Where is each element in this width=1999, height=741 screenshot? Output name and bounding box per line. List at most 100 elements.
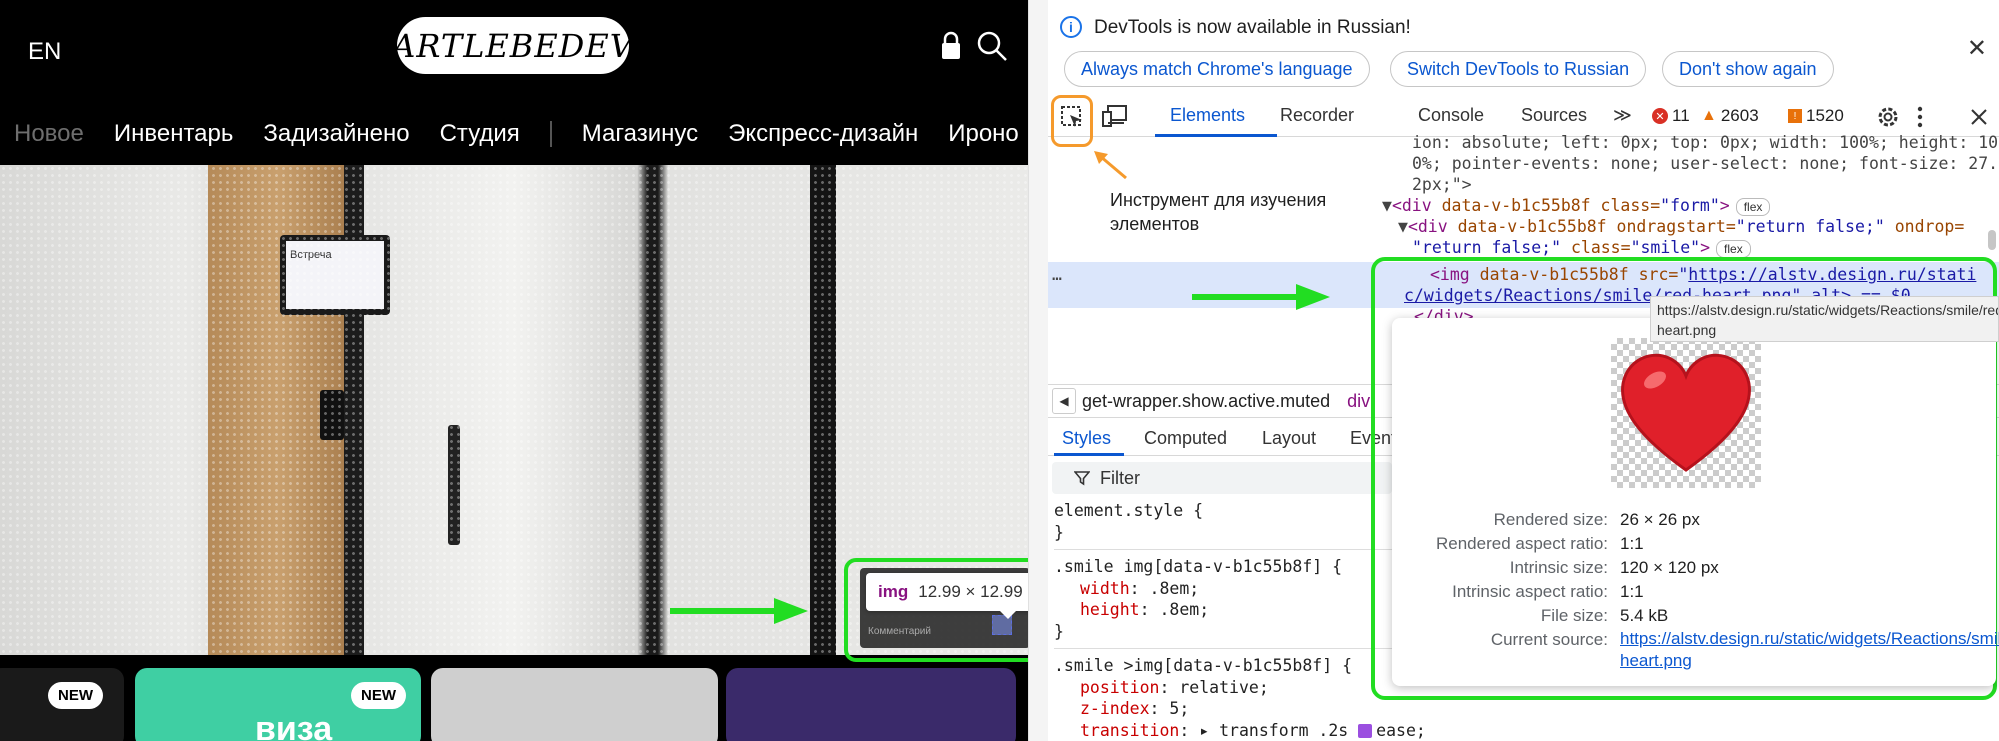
code-value: "return false;" <box>1735 217 1885 236</box>
css-property[interactable]: z-index <box>1054 699 1150 718</box>
code-line-smile-div[interactable]: ▼<div data-v-b1c55b8f ondragstart="retur… <box>1398 216 1964 237</box>
breadcrumb-scroll-left-icon[interactable]: ◀ <box>1052 388 1076 414</box>
orange-arrow-icon <box>1094 151 1127 180</box>
tab-layout[interactable]: Layout <box>1262 428 1316 449</box>
switch-russian-button[interactable]: Switch DevTools to Russian <box>1390 51 1647 87</box>
active-tab-underline <box>1155 134 1277 137</box>
infobar-message: DevTools is now available in Russian! <box>1094 17 1411 38</box>
tab-console[interactable]: Console <box>1418 105 1484 126</box>
lock-icon[interactable] <box>940 31 962 61</box>
nav-item-studio[interactable]: Студия <box>440 120 520 148</box>
expand-triangle-icon[interactable]: ▼ <box>1398 217 1408 236</box>
breadcrumb-next[interactable]: div <box>1347 391 1370 411</box>
code-text: 0%; pointer-events: none; user-select: n… <box>1412 154 1999 173</box>
code-tag: <div <box>1407 217 1458 236</box>
new-badge: NEW <box>48 682 103 709</box>
language-switch[interactable]: EN <box>28 38 61 66</box>
code-tag: > <box>1719 196 1730 215</box>
css-value[interactable]: relative; <box>1179 678 1268 697</box>
match-language-button[interactable]: Always match Chrome's language <box>1064 51 1370 87</box>
popover-label: Intrinsic size: <box>1509 558 1608 577</box>
css-value[interactable]: transform .2s <box>1219 721 1348 740</box>
easing-swatch-icon[interactable] <box>1358 723 1373 738</box>
element-size-tooltip: img 12.99 × 12.99 <box>866 573 1035 619</box>
search-icon[interactable] <box>976 30 1008 62</box>
node-menu-dots[interactable]: … <box>1052 264 1062 285</box>
current-source-link[interactable]: https://alstv.design.ru/static/widgets/R… <box>1620 628 1999 672</box>
devtools-toolbar: Elements Recorder Console Sources ≫ ✕ 11… <box>1048 95 1999 147</box>
device-toolbar-icon[interactable] <box>1102 105 1128 127</box>
popover-value: 26 × 26 px <box>1620 510 1700 529</box>
nav-item-designed[interactable]: Задизайнено <box>263 120 409 148</box>
nav-item-express-design[interactable]: Экспресс-дизайн <box>728 120 918 148</box>
code-attr: ondrop= <box>1884 217 1965 236</box>
code-attr: data-v-b1c55b8f <box>1441 196 1591 215</box>
css-value[interactable]: ease; <box>1376 721 1426 740</box>
more-tabs-icon[interactable]: ≫ <box>1613 105 1632 126</box>
green-arrow-icon <box>1192 284 1330 310</box>
code-text: … <box>1052 265 1062 284</box>
css-property[interactable]: transition <box>1054 721 1179 740</box>
tab-sources[interactable]: Sources <box>1521 105 1587 126</box>
settings-gear-icon[interactable] <box>1876 105 1900 129</box>
flex-badge[interactable]: flex <box>1716 240 1751 258</box>
issues-counter[interactable]: ! 1520 <box>1788 106 1844 126</box>
news-cards-row: NEW NEW виза <box>0 668 1028 741</box>
red-heart-icon <box>1621 353 1751 472</box>
warning-icon: ▲ <box>1701 107 1717 124</box>
issue-icon: ! <box>1788 109 1802 123</box>
news-card[interactable] <box>726 668 1016 741</box>
active-subtab-underline <box>1054 453 1124 456</box>
tab-elements[interactable]: Elements <box>1170 105 1245 126</box>
css-property[interactable]: height <box>1054 600 1140 619</box>
site-main-nav: Новое Инвентарь Задизайнено Студия Магаз… <box>14 116 1019 152</box>
expand-triangle-icon[interactable]: ▼ <box>1382 196 1392 215</box>
close-devtools-icon[interactable] <box>1970 108 1988 126</box>
css-property[interactable]: position <box>1054 678 1159 697</box>
error-icon: ✕ <box>1652 108 1668 124</box>
flex-badge[interactable]: flex <box>1735 198 1771 216</box>
error-counter[interactable]: ✕ 11 <box>1652 106 1690 126</box>
tab-recorder[interactable]: Recorder <box>1280 105 1354 126</box>
code-line: ion: absolute; left: 0px; top: 0px; widt… <box>1412 132 1998 153</box>
code-line-form-div[interactable]: ▼<div data-v-b1c55b8f class="form"> flex <box>1382 195 1771 216</box>
css-value[interactable]: .8em; <box>1159 600 1209 619</box>
site-logo[interactable]: ARTLEBEDEV <box>392 17 633 74</box>
more-options-icon[interactable] <box>1916 105 1924 129</box>
news-card[interactable]: NEW виза <box>135 668 421 741</box>
code-text: 2px;"> <box>1412 175 1472 194</box>
popover-label: File size: <box>1540 606 1608 625</box>
code-tag: > <box>1700 238 1711 257</box>
nav-item-inventory[interactable]: Инвентарь <box>114 120 234 148</box>
news-card[interactable] <box>431 668 718 741</box>
news-card[interactable]: NEW <box>0 668 124 741</box>
nav-item-irony[interactable]: Ироно <box>948 120 1019 148</box>
code-attr: data-v-b1c55b8f <box>1457 217 1607 236</box>
css-property[interactable]: width <box>1054 579 1130 598</box>
image-preview-thumbnail <box>1611 338 1761 488</box>
code-value: "return false;" <box>1412 238 1562 257</box>
inspect-element-icon[interactable] <box>1060 105 1084 129</box>
issue-count: 1520 <box>1806 106 1844 125</box>
green-arrow-icon <box>670 598 808 624</box>
info-icon: i <box>1060 16 1082 38</box>
elements-scrollbar-thumb[interactable] <box>1988 230 1996 250</box>
tab-computed[interactable]: Computed <box>1144 428 1227 449</box>
page-scrollbar[interactable] <box>1028 0 1048 741</box>
dont-show-again-button[interactable]: Don't show again <box>1662 51 1834 87</box>
css-value[interactable]: 5; <box>1169 699 1189 718</box>
close-icon[interactable]: ✕ <box>1967 34 1987 63</box>
code-line: 0%; pointer-events: none; user-select: n… <box>1412 153 1999 174</box>
code-line: 2px;"> <box>1412 174 1472 195</box>
language-infobar: i DevTools is now available in Russian! … <box>1048 0 1999 92</box>
styles-filter-input[interactable]: Filter <box>1052 462 1392 494</box>
breadcrumb-item[interactable]: get-wrapper.show.active.muted div <box>1082 391 1370 412</box>
css-value[interactable]: .8em; <box>1150 579 1200 598</box>
nav-item-shop[interactable]: Магазинус <box>582 120 698 148</box>
filter-icon <box>1074 471 1090 486</box>
card-title: виза <box>255 710 333 741</box>
nav-item-new[interactable]: Новое <box>14 120 84 148</box>
site-header-icons <box>940 30 1008 62</box>
warning-counter[interactable]: ▲ 2603 <box>1701 106 1759 126</box>
tab-styles[interactable]: Styles <box>1062 428 1111 449</box>
